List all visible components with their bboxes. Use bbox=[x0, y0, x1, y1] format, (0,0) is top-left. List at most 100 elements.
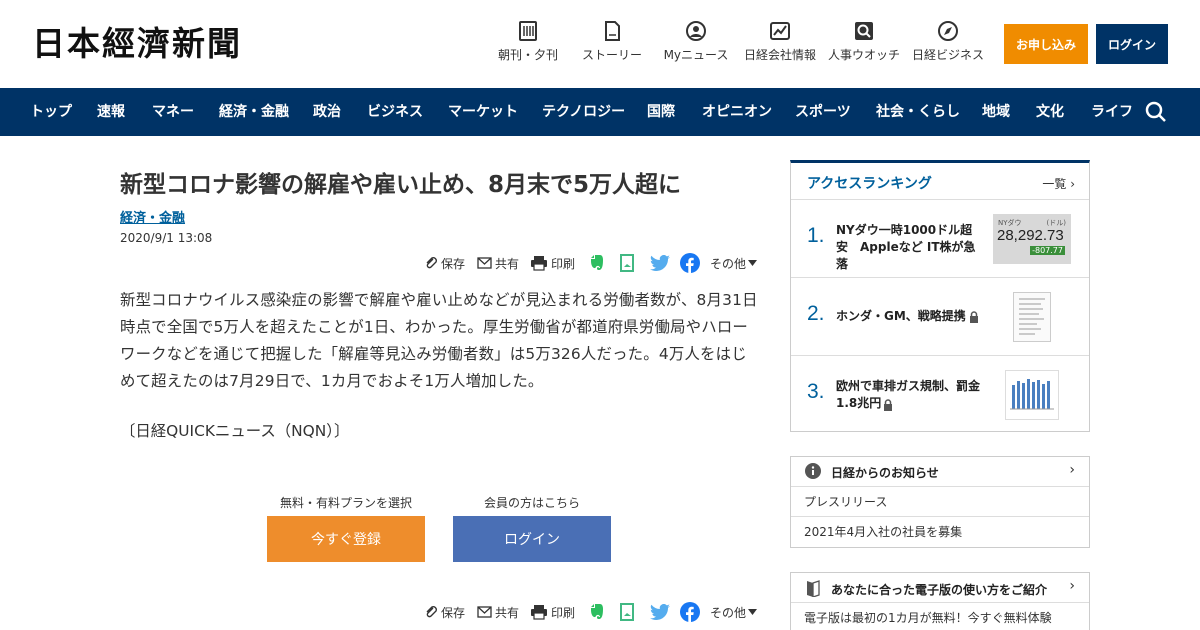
facebook-icon bbox=[680, 602, 700, 622]
nikkei-notices: 日経からのお知らせ › プレスリリース 2021年4月入社の社員を募集 bbox=[790, 456, 1090, 548]
nav-region[interactable]: 地域 bbox=[982, 88, 1010, 136]
nav-opinion[interactable]: オピニオン bbox=[702, 88, 772, 136]
article-title: 新型コロナ影響の解雇や雇い止め、8月末で5万人超に bbox=[120, 172, 682, 198]
util-label: 日経会社情報 bbox=[743, 48, 816, 62]
ranking-more-link[interactable]: 一覧 › bbox=[1042, 175, 1075, 192]
print-button[interactable]: 印刷 bbox=[530, 602, 575, 622]
nav-breaking[interactable]: 速報 bbox=[97, 88, 125, 136]
printer-icon bbox=[531, 605, 547, 620]
nav-top[interactable]: トップ bbox=[30, 88, 72, 136]
more-share-button[interactable]: その他 bbox=[710, 253, 760, 273]
nav-economy[interactable]: 経済・金融 bbox=[219, 88, 289, 136]
ranking-text: ホンダ・GM、戦略提携 bbox=[836, 309, 966, 323]
caret-down-icon bbox=[748, 609, 758, 615]
evernote-button[interactable] bbox=[587, 602, 608, 622]
ranking-title: アクセスランキング bbox=[807, 176, 932, 192]
util-label: 朝刊・夕刊 bbox=[497, 48, 558, 62]
util-story[interactable]: ストーリー bbox=[580, 20, 644, 70]
search-icon[interactable] bbox=[1144, 100, 1168, 124]
paperclip-icon bbox=[426, 606, 437, 618]
util-nikkei-business[interactable]: 日経ビジネス bbox=[910, 20, 986, 70]
lock-icon bbox=[883, 396, 893, 415]
twitter-button[interactable] bbox=[650, 253, 673, 273]
guide-title: あなたに合った電子版の使い方をご紹介 bbox=[831, 583, 1048, 597]
notices-header[interactable]: 日経からのお知らせ bbox=[805, 463, 939, 482]
nav-business[interactable]: ビジネス bbox=[367, 88, 423, 136]
user-icon bbox=[685, 20, 707, 42]
magnifier-icon bbox=[853, 20, 875, 42]
util-mynews[interactable]: Myニュース bbox=[662, 20, 730, 70]
util-jinji-watch[interactable]: 人事ウオッチ bbox=[826, 20, 902, 70]
share-button[interactable]: 共有 bbox=[477, 253, 519, 273]
share-button[interactable]: 共有 bbox=[477, 602, 519, 622]
notice-item[interactable]: プレスリリース bbox=[791, 486, 1089, 516]
more-share-button[interactable]: その他 bbox=[710, 602, 760, 622]
notice-item[interactable]: 2021年4月入社の社員を募集 bbox=[791, 516, 1089, 546]
ranking-thumbnail: NYダウ (ドル) 28,292.73 -807.77 bbox=[993, 214, 1071, 264]
digital-guide: あなたに合った電子版の使い方をご紹介 › 電子版は最初の1カ月が無料！今すぐ無料… bbox=[790, 572, 1090, 630]
nav-technology[interactable]: テクノロジー bbox=[542, 88, 625, 136]
evernote-button[interactable] bbox=[587, 253, 608, 273]
ranking-number: 2. bbox=[807, 302, 825, 325]
evernote-icon bbox=[591, 255, 603, 270]
util-chokan-yukan[interactable]: 朝刊・夕刊 bbox=[496, 20, 560, 70]
ranking-thumbnail bbox=[1005, 370, 1059, 420]
nav-sports[interactable]: スポーツ bbox=[795, 88, 851, 136]
guide-header[interactable]: あなたに合った電子版の使い方をご紹介 bbox=[805, 579, 1047, 600]
site-header: 日本經濟新聞 朝刊・夕刊 ストーリー Myニュース 日経会社情報 人事ウオッチ … bbox=[0, 0, 1200, 88]
mail-icon bbox=[477, 257, 492, 269]
nav-money[interactable]: マネー bbox=[152, 88, 194, 136]
nav-market[interactable]: マーケット bbox=[448, 88, 518, 136]
nav-society[interactable]: 社会・くらし bbox=[876, 88, 960, 136]
notices-title: 日経からのお知らせ bbox=[831, 466, 939, 480]
save-button[interactable]: 保存 bbox=[424, 602, 465, 622]
chevron-right-icon: › bbox=[1070, 177, 1075, 191]
member-label: 会員の方はこちら bbox=[483, 496, 580, 510]
share-bar-top: 保存 共有 印刷 その他 bbox=[424, 253, 760, 273]
util-company-info[interactable]: 日経会社情報 bbox=[742, 20, 818, 70]
subscribe-button[interactable]: お申し込み bbox=[1004, 24, 1088, 64]
facebook-icon bbox=[680, 253, 700, 273]
util-label: ストーリー bbox=[581, 48, 642, 62]
nav-international[interactable]: 国際 bbox=[647, 88, 675, 136]
chevron-right-icon: › bbox=[1069, 462, 1075, 478]
paywall-login-button[interactable]: ログイン bbox=[453, 516, 611, 562]
access-ranking: アクセスランキング 一覧 › 1. NYダウ一時1000ドル超安 Appleなど… bbox=[790, 160, 1090, 432]
mail-icon bbox=[477, 606, 492, 618]
ranking-number: 3. bbox=[807, 380, 825, 403]
save-button[interactable]: 保存 bbox=[424, 253, 465, 273]
nav-culture[interactable]: 文化 bbox=[1036, 88, 1064, 136]
article-category-link[interactable]: 経済・金融 bbox=[120, 207, 185, 226]
ranking-item[interactable]: 1. NYダウ一時1000ドル超安 Appleなど IT株が急落 NYダウ (ド… bbox=[791, 199, 1089, 277]
twitter-button[interactable] bbox=[650, 602, 673, 622]
evernote-icon bbox=[591, 604, 603, 619]
note-icon bbox=[620, 254, 634, 272]
util-label: Myニュース bbox=[663, 48, 729, 62]
document-icon bbox=[601, 20, 623, 42]
article-date: 2020/9/1 13:08 bbox=[120, 231, 213, 245]
twitter-icon bbox=[650, 603, 670, 620]
nav-politics[interactable]: 政治 bbox=[313, 88, 341, 136]
ranking-item[interactable]: 3. 欧州で車排ガス規制、罰金1.8兆円 bbox=[791, 355, 1089, 433]
paperclip-icon bbox=[426, 257, 437, 269]
twitter-icon bbox=[650, 254, 670, 271]
ranking-text: 欧州で車排ガス規制、罰金1.8兆円 bbox=[836, 379, 981, 410]
nav-life[interactable]: ライフ bbox=[1091, 88, 1133, 136]
bookmark-button[interactable] bbox=[619, 602, 638, 622]
util-label: 日経ビジネス bbox=[911, 48, 984, 62]
ranking-item[interactable]: 2. ホンダ・GM、戦略提携 bbox=[791, 277, 1089, 355]
site-logo[interactable]: 日本經濟新聞 bbox=[32, 24, 242, 64]
header-login-button[interactable]: ログイン bbox=[1096, 24, 1168, 64]
article-source: 〔日経QUICKニュース（NQN）〕 bbox=[120, 422, 350, 440]
register-button[interactable]: 今すぐ登録 bbox=[267, 516, 425, 562]
guide-item[interactable]: 電子版は最初の1カ月が無料！今すぐ無料体験 bbox=[791, 602, 1089, 630]
newspaper-icon bbox=[517, 20, 539, 42]
facebook-button[interactable] bbox=[680, 602, 703, 622]
facebook-button[interactable] bbox=[680, 253, 703, 273]
article-body: 新型コロナウイルス感染症の影響で解雇や雇い止めなどが見込まれる労働者数が、8月3… bbox=[120, 291, 758, 390]
info-icon bbox=[805, 463, 831, 482]
bookmark-button[interactable] bbox=[619, 253, 638, 273]
print-button[interactable]: 印刷 bbox=[530, 253, 575, 273]
ranking-text: NYダウ一時1000ドル超安 Appleなど IT株が急落 bbox=[836, 223, 976, 271]
util-label: 人事ウオッチ bbox=[827, 48, 900, 62]
